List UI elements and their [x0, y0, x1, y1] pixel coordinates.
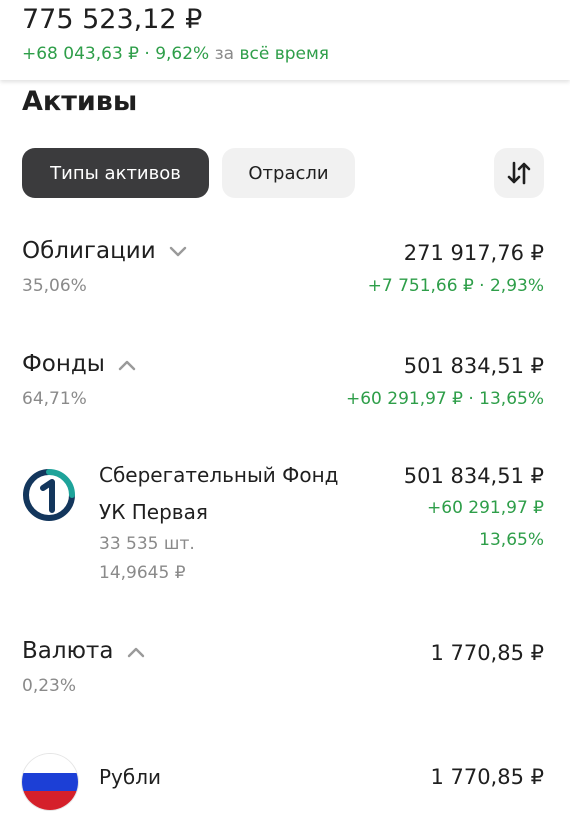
fund-quantity: 33 535 шт.: [99, 534, 195, 554]
fund-name-line2: УК Первая: [99, 500, 208, 524]
portfolio-total-value: 775 523,12 ₽: [22, 4, 203, 35]
group-title-row: Фонды: [22, 351, 136, 377]
tab-asset-types[interactable]: Типы активов: [22, 148, 209, 198]
group-name: Облигации: [22, 238, 156, 264]
sort-button[interactable]: [494, 148, 544, 198]
portfolio-screen: 775 523,12 ₽ +68 043,63 ₽ · 9,62% за всё…: [0, 0, 570, 839]
total-change-period: всё время: [239, 44, 330, 64]
fund-amount: 501 834,51 ₽: [403, 464, 544, 488]
portfolio-summary-header: 775 523,12 ₽ +68 043,63 ₽ · 9,62% за всё…: [0, 0, 570, 80]
group-name: Фонды: [22, 351, 105, 377]
fund-name-line1: Сберегательный Фонд: [99, 463, 339, 487]
fund-price: 14,9645 ₽: [99, 563, 186, 583]
group-amount: 271 917,76 ₽: [403, 241, 544, 265]
flag-stripe-blue: [22, 772, 78, 792]
chevron-down-icon: [169, 246, 187, 256]
flag-stripe-white: [22, 754, 78, 773]
group-percent: 35,06%: [22, 276, 87, 296]
fund-change-amount: +60 291,97 ₽: [427, 498, 544, 518]
fund-change-percent: 13,65%: [479, 530, 544, 550]
group-change: +7 751,66 ₽ · 2,93%: [367, 276, 544, 296]
group-title-row: Облигации: [22, 238, 187, 264]
group-name: Валюта: [22, 638, 114, 664]
assets-section-title: Активы: [22, 86, 138, 117]
group-percent: 64,71%: [22, 389, 87, 409]
currency-name: Рубли: [99, 765, 162, 789]
total-change-period-prefix: за: [214, 44, 235, 64]
fund-logo-icon: [23, 469, 75, 521]
group-title-row: Валюта: [22, 638, 145, 664]
russia-flag-icon: [22, 754, 78, 810]
group-amount: 1 770,85 ₽: [430, 641, 544, 665]
total-change-amount: +68 043,63 ₽ · 9,62%: [22, 44, 210, 64]
group-change: +60 291,97 ₽ · 13,65%: [345, 389, 544, 409]
portfolio-total-change: +68 043,63 ₽ · 9,62% за всё время: [22, 44, 329, 64]
tab-industries[interactable]: Отрасли: [222, 148, 355, 198]
group-percent: 0,23%: [22, 676, 77, 696]
sort-arrows-icon: [507, 161, 531, 185]
flag-stripe-red: [22, 791, 78, 810]
chevron-up-icon: [127, 647, 144, 657]
currency-amount: 1 770,85 ₽: [430, 765, 544, 789]
group-amount: 501 834,51 ₽: [403, 354, 544, 378]
chevron-up-icon: [119, 360, 136, 370]
